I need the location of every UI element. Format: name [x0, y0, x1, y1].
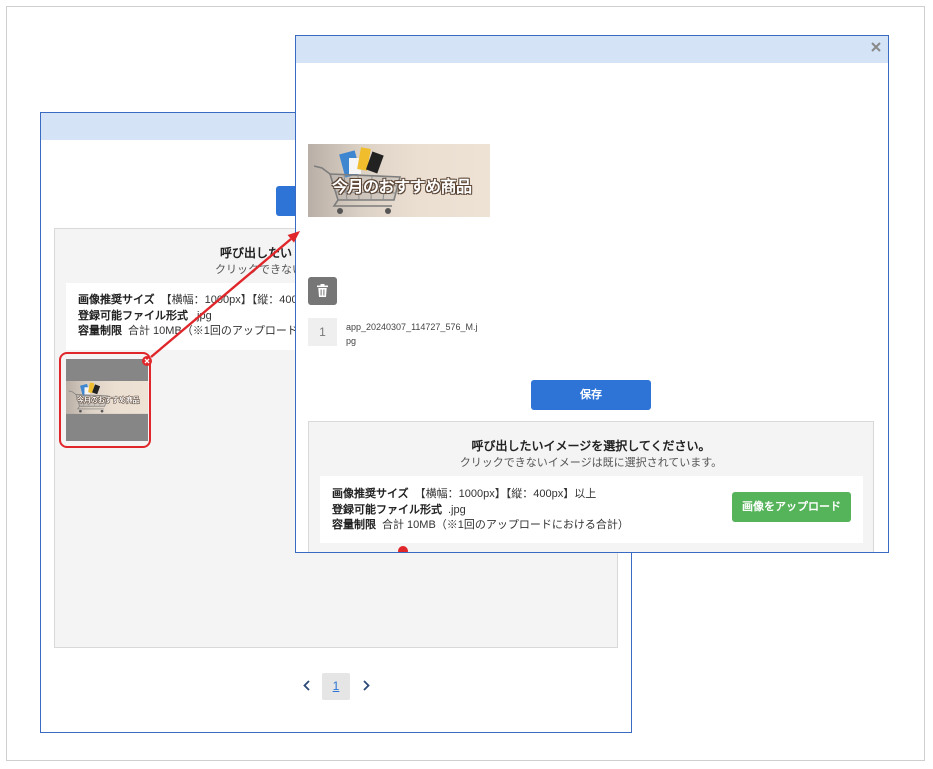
- panel-subheading: クリックできないイメージは既に選択されています。: [459, 457, 723, 469]
- thumbnail-remove-icon[interactable]: [398, 546, 408, 552]
- size-value: 【横幅：1000px】【縦：400px】以上: [414, 488, 597, 500]
- limit-info: 容量制限 合計 10MB（※1回のアップロードに: [78, 324, 309, 339]
- selected-thumbnail[interactable]: 今月のおすすめ商品: [59, 352, 151, 448]
- size-label: 画像推奨サイズ: [332, 488, 409, 500]
- chevron-right-icon[interactable]: [363, 680, 370, 691]
- dialog-header: [296, 36, 888, 63]
- chevron-left-icon[interactable]: [303, 680, 310, 691]
- format-value: .jpg: [194, 310, 212, 322]
- thumbnail-remove-icon[interactable]: [142, 356, 152, 366]
- thumbnail-image: 今月のおすすめ商品: [66, 359, 148, 441]
- limit-label: 容量制限: [332, 519, 376, 531]
- format-label: 登録可能ファイル形式: [78, 310, 188, 322]
- format-info: 登録可能ファイル形式 .jpg: [332, 503, 466, 518]
- image-select-dialog-front: 今月のおすすめ商品 1 app_20240307_114727_576_M.jp…: [295, 35, 889, 553]
- format-value: .jpg: [448, 504, 466, 516]
- size-info: 画像推奨サイズ 【横幅：1000px】【縦：400px】以上: [332, 487, 596, 502]
- close-icon[interactable]: [870, 41, 882, 53]
- panel-subheading: クリックできない: [215, 264, 303, 276]
- panel-heading: 呼び出したいイメージを選択してください。: [471, 439, 711, 453]
- size-value: 【横幅：1000px】【縦：400p: [160, 294, 304, 306]
- close-circle-icon: [144, 358, 150, 364]
- size-info: 画像推奨サイズ 【横幅：1000px】【縦：400p: [78, 293, 304, 308]
- format-info: 登録可能ファイル形式 .jpg: [78, 309, 212, 324]
- limit-value: 合計 10MB（※1回のアップロードに: [128, 325, 309, 337]
- banner-image: 今月のおすすめ商品: [66, 381, 148, 414]
- size-label: 画像推奨サイズ: [78, 294, 155, 306]
- limit-value: 合計 10MB（※1回のアップロードにおける合計）: [382, 519, 629, 531]
- trash-icon: [317, 284, 328, 297]
- banner-image: 今月のおすすめ商品: [308, 144, 490, 217]
- image-filename: app_20240307_114727_576_M.jpg: [346, 322, 478, 346]
- banner-title: 今月のおすすめ商品: [332, 179, 472, 196]
- banner-title: 今月のおすすめ商品: [76, 396, 140, 405]
- upload-info-box: 画像推奨サイズ 【横幅：1000px】【縦：400px】以上 登録可能ファイル形式…: [320, 476, 863, 543]
- limit-info: 容量制限 合計 10MB（※1回のアップロードにおける合計）: [332, 518, 629, 533]
- delete-image-button[interactable]: [308, 277, 337, 305]
- image-index: 1: [308, 318, 337, 346]
- panel-heading: 呼び出したい: [220, 246, 293, 260]
- image-library-panel: 呼び出したいイメージを選択してください。 クリックできないイメージは既に選択され…: [308, 421, 874, 552]
- upload-image-button[interactable]: 画像をアップロード: [732, 492, 851, 522]
- save-button[interactable]: 保存: [531, 380, 651, 410]
- pagination-page-1[interactable]: 1: [322, 673, 350, 700]
- limit-label: 容量制限: [78, 325, 122, 337]
- format-label: 登録可能ファイル形式: [332, 504, 442, 516]
